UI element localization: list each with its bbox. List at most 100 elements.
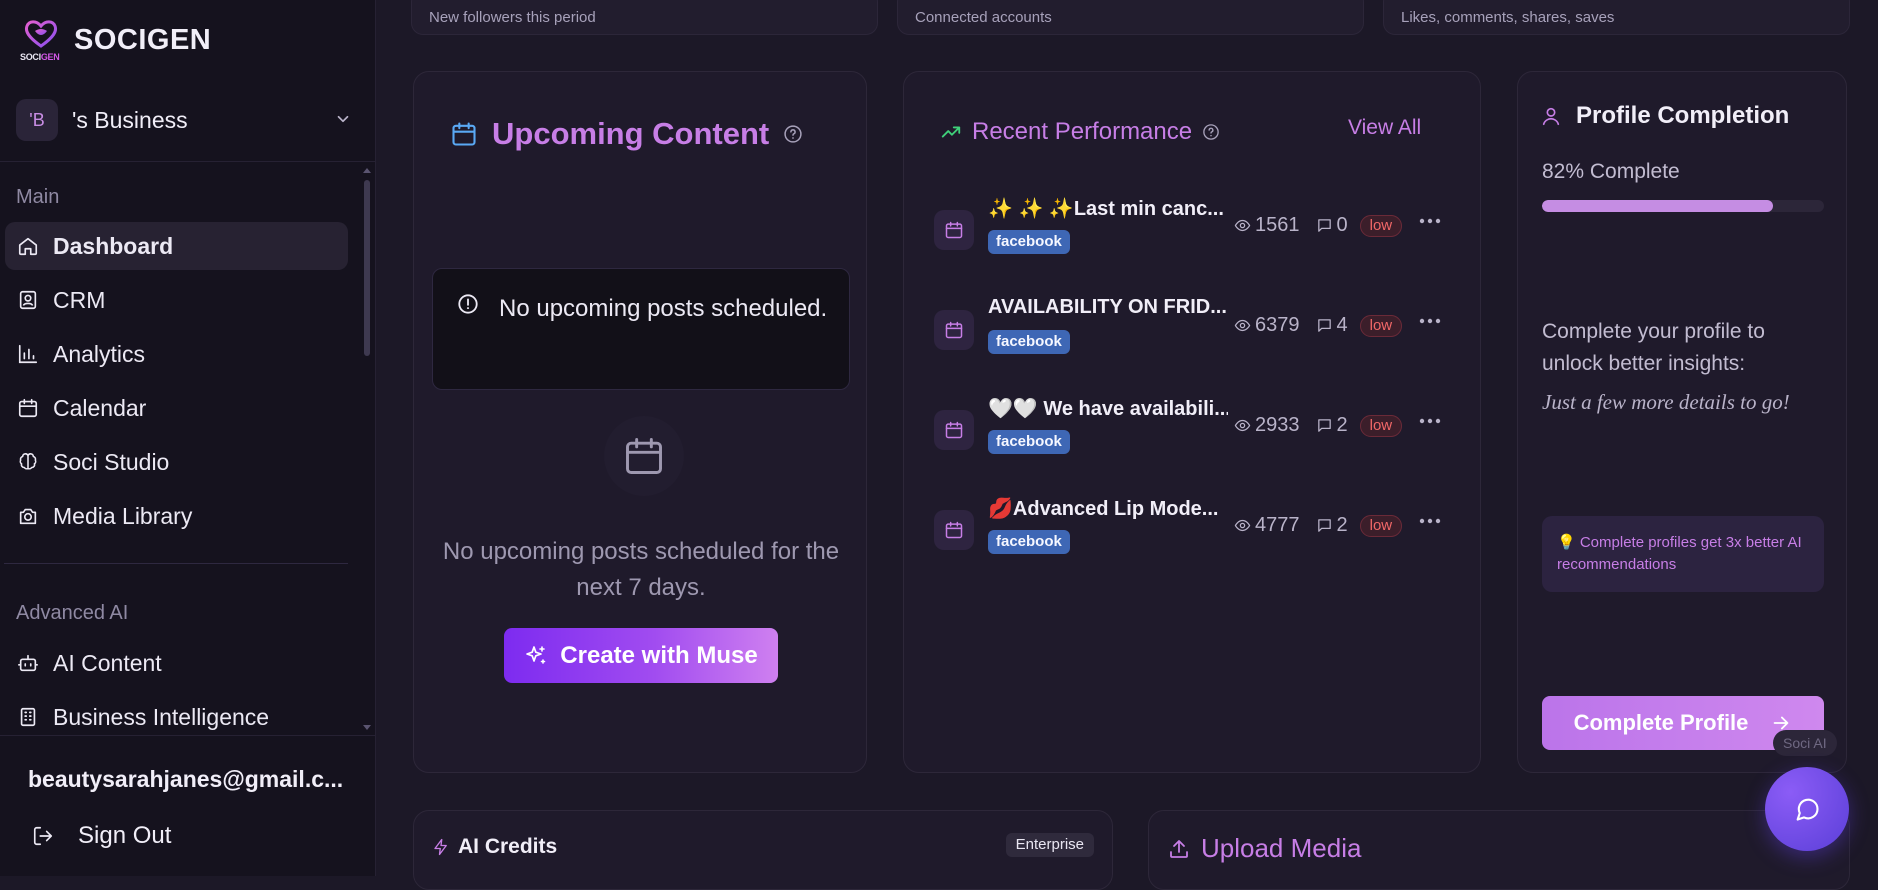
stat-card-new-followers: New followers this period bbox=[411, 0, 878, 35]
sidebar-item-analytics[interactable]: Analytics bbox=[5, 330, 348, 378]
completion-progress-fill bbox=[1542, 200, 1774, 212]
button-label: Complete Profile bbox=[1573, 710, 1749, 735]
ai-credits-header: AI Credits bbox=[432, 835, 557, 859]
sidebar-item-calendar[interactable]: Calendar bbox=[5, 384, 348, 432]
lightning-icon bbox=[434, 838, 447, 856]
business-avatar: 'B bbox=[16, 99, 58, 141]
upcoming-content-header: Upcoming Content bbox=[450, 116, 803, 152]
bar-chart-icon bbox=[18, 344, 38, 364]
calendar-icon bbox=[945, 321, 963, 339]
eye-icon bbox=[1234, 519, 1251, 532]
create-with-muse-button[interactable]: Create with Muse bbox=[504, 628, 778, 683]
stat-caption: New followers this period bbox=[429, 9, 596, 26]
comment-count: 4 bbox=[1336, 314, 1348, 336]
performance-row[interactable]: 💋Advanced Lip Mode... facebook 4777 2 low bbox=[934, 496, 1454, 568]
row-menu[interactable] bbox=[1418, 516, 1442, 526]
post-icon bbox=[934, 510, 974, 550]
chat-label: Soci AI bbox=[1773, 730, 1837, 756]
performance-row[interactable]: ✨ ✨ ✨Last min canc... facebook 1561 0 low bbox=[934, 196, 1454, 268]
profile-completion-header: Profile Completion bbox=[1540, 102, 1789, 130]
section-label-advanced-ai: Advanced AI bbox=[16, 602, 129, 624]
view-count: 4777 bbox=[1255, 514, 1300, 536]
post-icon bbox=[934, 410, 974, 450]
view-all-link[interactable]: View All bbox=[1348, 116, 1421, 140]
sidebar-item-label: CRM bbox=[53, 286, 106, 313]
brand[interactable]: SOCIGEN SOCIGEN bbox=[20, 18, 211, 62]
user-email: beautysarahjanes@gmail.c... bbox=[28, 766, 344, 792]
view-count: 6379 bbox=[1255, 314, 1300, 336]
sidebar-nav: Main Dashboard CRM Analytics Calendar So… bbox=[0, 162, 376, 735]
sidebar-item-dashboard[interactable]: Dashboard bbox=[5, 222, 348, 270]
calendar-icon bbox=[18, 398, 38, 418]
chat-button[interactable] bbox=[1765, 767, 1849, 851]
scroll-up-arrow-icon[interactable] bbox=[363, 168, 371, 173]
upcoming-content-card: Upcoming Content No upcoming posts sched… bbox=[413, 71, 867, 773]
eye-icon bbox=[1234, 219, 1251, 232]
stat-card-connected-accounts: Connected accounts bbox=[897, 0, 1364, 35]
post-stats: 6379 4 low bbox=[1234, 314, 1403, 337]
comment-icon bbox=[1317, 219, 1331, 232]
recent-performance-card: Recent Performance View All ✨ ✨ ✨Last mi… bbox=[903, 71, 1481, 773]
upload-media-card: Upload Media bbox=[1148, 810, 1850, 890]
engagement-badge: low bbox=[1359, 514, 1403, 537]
scroll-thumb[interactable] bbox=[364, 180, 370, 356]
row-menu[interactable] bbox=[1418, 216, 1442, 226]
empty-state-text: No upcoming posts scheduled for the next… bbox=[442, 538, 840, 601]
sidebar-scrollbar[interactable] bbox=[360, 164, 372, 734]
comment-count: 2 bbox=[1336, 514, 1348, 536]
business-switcher[interactable]: 'B 's Business bbox=[16, 98, 356, 142]
eye-icon bbox=[1234, 319, 1251, 332]
row-menu[interactable] bbox=[1418, 416, 1442, 426]
sidebar-item-business-intelligence[interactable]: Business Intelligence bbox=[5, 693, 348, 735]
post-title: 💋Advanced Lip Mode... bbox=[988, 498, 1219, 520]
platform-badge: facebook bbox=[988, 530, 1070, 554]
view-count: 1561 bbox=[1255, 214, 1300, 236]
business-name: 's Business bbox=[72, 106, 188, 133]
post-icon bbox=[934, 210, 974, 250]
help-icon[interactable] bbox=[783, 124, 803, 144]
performance-row[interactable]: 🤍🤍 We have availabili... facebook 2933 2 low bbox=[934, 396, 1454, 468]
completion-percent: 82% Complete bbox=[1542, 160, 1680, 183]
button-label: Create with Muse bbox=[560, 641, 758, 669]
brand-logo: SOCIGEN bbox=[20, 18, 62, 62]
divider bbox=[4, 563, 348, 564]
camera-icon bbox=[19, 508, 37, 525]
sidebar-item-soci-studio[interactable]: Soci Studio bbox=[5, 438, 348, 486]
sidebar-item-crm[interactable]: CRM bbox=[5, 276, 348, 324]
comment-icon bbox=[1317, 419, 1331, 432]
scroll-down-arrow-icon[interactable] bbox=[363, 725, 371, 730]
post-stats: 1561 0 low bbox=[1234, 214, 1403, 237]
chevron-down-icon bbox=[337, 115, 349, 123]
main-content: New followers this period Connected acco… bbox=[377, 0, 1878, 890]
post-stats: 4777 2 low bbox=[1234, 514, 1403, 537]
stat-caption: Likes, comments, shares, saves bbox=[1401, 9, 1615, 26]
more-options-icon[interactable] bbox=[1418, 516, 1442, 526]
more-options-icon[interactable] bbox=[1418, 216, 1442, 226]
more-options-icon[interactable] bbox=[1418, 416, 1442, 426]
performance-row[interactable]: AVAILABILITY ON FRID... facebook 6379 4 low bbox=[934, 296, 1454, 368]
brand-name: SOCIGEN bbox=[74, 23, 212, 56]
sidebar-item-label: AI Content bbox=[53, 649, 162, 676]
post-title: AVAILABILITY ON FRID... bbox=[988, 296, 1227, 318]
profile-completion-card: Profile Completion 82% Complete Complete… bbox=[1517, 71, 1847, 773]
post-title: 🤍🤍 We have availabili... bbox=[988, 398, 1228, 420]
calendar-icon bbox=[945, 221, 963, 239]
trending-up-icon bbox=[941, 126, 961, 138]
recent-performance-header: Recent Performance bbox=[940, 118, 1220, 146]
help-icon[interactable] bbox=[1202, 123, 1220, 141]
post-icon bbox=[934, 310, 974, 350]
sign-out-button[interactable]: Sign Out bbox=[32, 822, 171, 850]
sidebar-item-label: Business Intelligence bbox=[53, 703, 270, 730]
comment-count: 2 bbox=[1336, 414, 1348, 436]
calendar-icon bbox=[626, 438, 662, 474]
sidebar: SOCIGEN SOCIGEN 'B 's Business Main Dash… bbox=[0, 0, 376, 876]
row-menu[interactable] bbox=[1418, 316, 1442, 326]
card-title: Upcoming Content bbox=[492, 116, 770, 151]
sparkles-icon bbox=[526, 645, 546, 664]
home-icon bbox=[18, 237, 38, 256]
sidebar-item-media-library[interactable]: Media Library bbox=[5, 492, 348, 540]
section-label-main: Main bbox=[16, 186, 60, 208]
sidebar-item-ai-content[interactable]: AI Content bbox=[5, 639, 348, 687]
more-options-icon[interactable] bbox=[1418, 316, 1442, 326]
comment-count: 0 bbox=[1336, 214, 1348, 236]
